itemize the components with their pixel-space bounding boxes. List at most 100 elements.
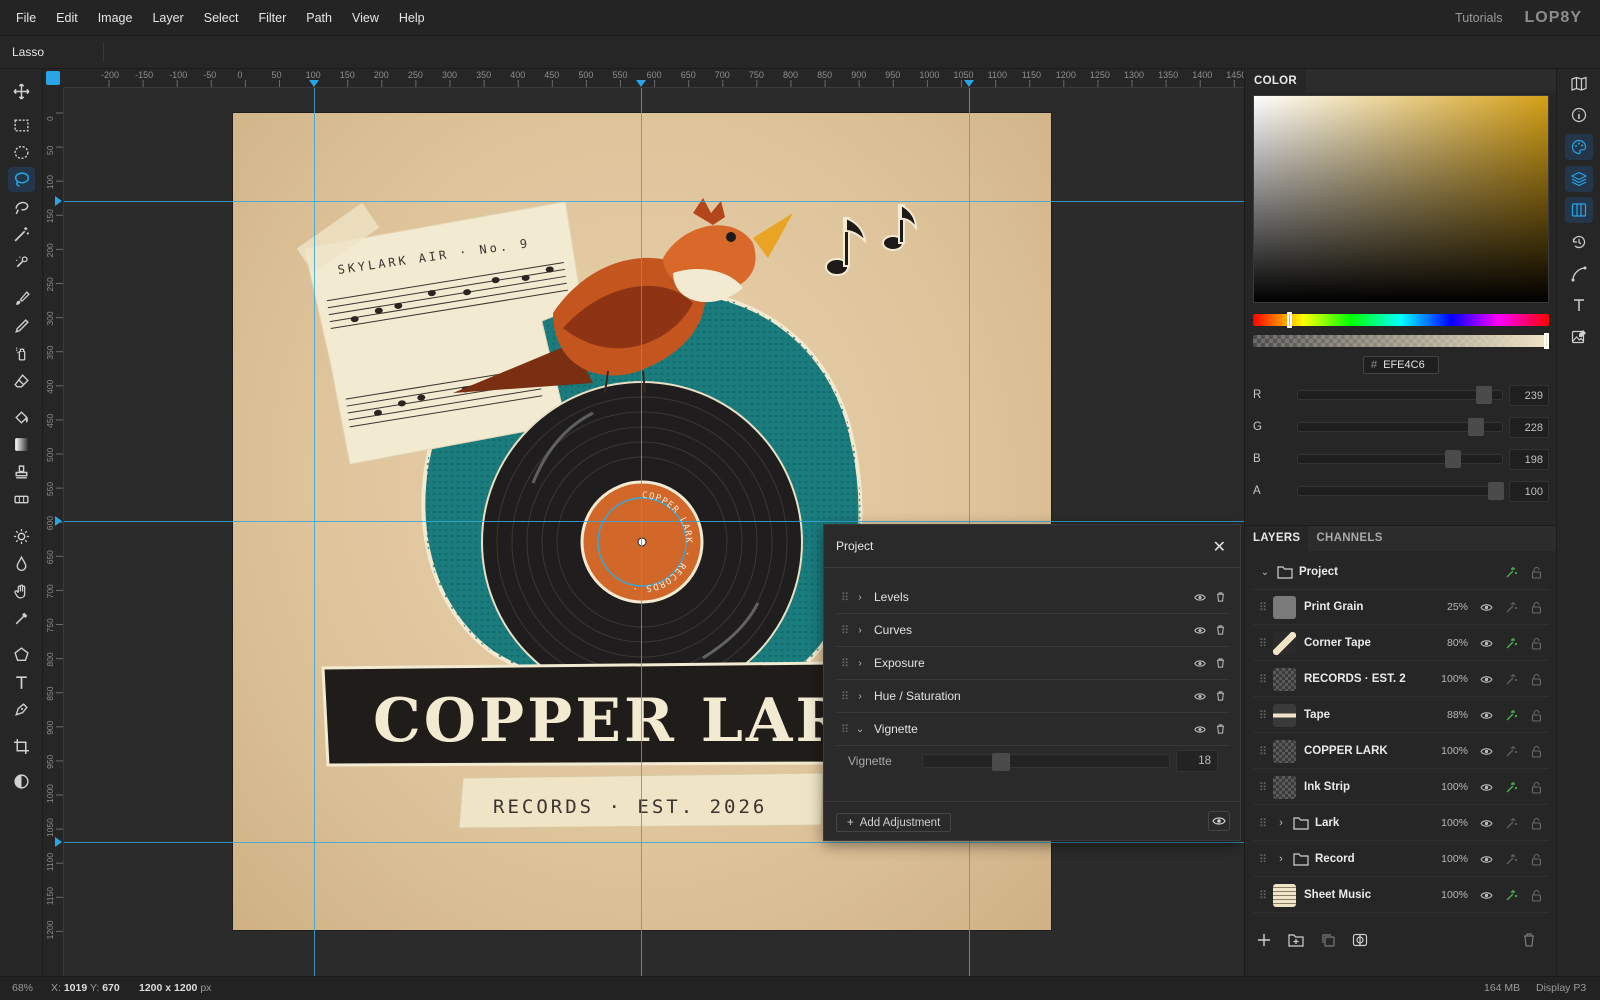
chevron-right-icon[interactable]: › (1273, 853, 1289, 865)
menu-layer[interactable]: Layer (142, 11, 193, 25)
character-panel-button[interactable] (1565, 292, 1593, 318)
eye-icon[interactable] (1190, 692, 1210, 701)
eye-icon[interactable] (1474, 819, 1499, 828)
fx-icon[interactable] (1499, 853, 1524, 866)
lock-icon[interactable] (1524, 601, 1549, 614)
close-icon[interactable]: ✕ (1213, 537, 1226, 557)
fx-icon[interactable] (1499, 673, 1524, 686)
fx-icon[interactable] (1499, 601, 1524, 614)
channel-slider[interactable] (1297, 482, 1504, 500)
fx-icon[interactable] (1499, 637, 1524, 650)
fx-icon[interactable] (1499, 817, 1524, 830)
channel-slider[interactable] (1297, 450, 1503, 468)
channel-value-input[interactable]: 239 (1509, 384, 1549, 406)
vignette-value-input[interactable]: 18 (1176, 750, 1218, 772)
guide-marker[interactable] (964, 80, 974, 87)
drag-handle-icon[interactable]: ⠿ (1253, 637, 1273, 650)
eye-icon[interactable] (1190, 659, 1210, 668)
eye-icon[interactable] (1474, 603, 1499, 612)
layer-row[interactable]: ⠿ COPPER LARK 100% (1253, 734, 1549, 769)
info-panel-button[interactable] (1565, 102, 1593, 128)
channel-slider-thumb[interactable] (1445, 450, 1461, 468)
fx-icon[interactable] (1499, 709, 1524, 722)
chevron-right-icon[interactable]: › (852, 691, 868, 702)
tab-layers[interactable]: LAYERS (1245, 526, 1309, 551)
menu-image[interactable]: Image (88, 11, 143, 25)
drag-handle-icon[interactable]: ⠿ (1253, 853, 1273, 866)
layer-row[interactable]: ⠿ Tape 88% (1253, 698, 1549, 733)
magic-wand-tool[interactable] (8, 222, 35, 247)
channel-slider-thumb[interactable] (1488, 482, 1504, 500)
layer-row[interactable]: ⠿ Print Grain 25% (1253, 590, 1549, 625)
drag-handle-icon[interactable]: ⠿ (1253, 781, 1273, 794)
burn-tool[interactable] (8, 551, 35, 576)
drag-handle-icon[interactable]: ⠿ (838, 723, 852, 736)
menu-edit[interactable]: Edit (46, 11, 88, 25)
color-panel-button[interactable] (1565, 134, 1593, 160)
eye-icon[interactable] (1474, 783, 1499, 792)
patch-tool[interactable] (8, 487, 35, 512)
adjustment-row[interactable]: ⠿ › Hue / Saturation (836, 680, 1230, 713)
guide-marker[interactable] (309, 80, 319, 87)
drag-handle-icon[interactable]: ⠿ (838, 624, 852, 637)
add-group-icon[interactable] (1288, 932, 1304, 948)
guide-marker[interactable] (55, 837, 62, 847)
layers-panel-button[interactable] (1565, 166, 1593, 192)
drag-handle-icon[interactable]: ⠿ (1253, 673, 1273, 686)
eye-icon[interactable] (1474, 639, 1499, 648)
trash-icon[interactable] (1210, 591, 1230, 603)
eye-icon[interactable] (1190, 725, 1210, 734)
magnetic-lasso-tool[interactable] (8, 195, 35, 220)
eye-icon[interactable] (1474, 711, 1499, 720)
adjustment-row[interactable]: ⠿ › Curves (836, 614, 1230, 647)
project-panel-header[interactable]: Project ✕ (824, 525, 1240, 568)
lock-icon[interactable] (1524, 637, 1549, 650)
vignette-slider[interactable] (922, 753, 1170, 771)
alpha-slider-handle[interactable] (1544, 333, 1549, 349)
chevron-right-icon[interactable]: › (1273, 817, 1289, 829)
adjustment-row[interactable]: ⠿ › Levels (836, 581, 1230, 614)
color-profile[interactable]: Display P3 (1536, 982, 1586, 994)
fx-icon[interactable] (1499, 745, 1524, 758)
history-panel-button[interactable] (1565, 229, 1593, 255)
channel-slider[interactable] (1297, 418, 1503, 436)
drag-handle-icon[interactable]: ⠿ (1253, 601, 1273, 614)
trash-icon[interactable] (1210, 690, 1230, 702)
alpha-slider[interactable] (1253, 333, 1549, 349)
hue-slider[interactable] (1253, 312, 1549, 328)
lock-icon[interactable] (1524, 673, 1549, 686)
paths-panel-button[interactable] (1565, 261, 1593, 287)
menu-path[interactable]: Path (296, 11, 342, 25)
layer-group-row[interactable]: ⌄ Project (1253, 555, 1549, 590)
drag-handle-icon[interactable]: ⠿ (1253, 745, 1273, 758)
layer-row[interactable]: ⠿ RECORDS · EST. 2 100% (1253, 662, 1549, 697)
image-panel-button[interactable] (1565, 324, 1593, 350)
channel-slider-thumb[interactable] (1468, 418, 1484, 436)
lock-icon[interactable] (1524, 745, 1549, 758)
chevron-right-icon[interactable]: › (852, 658, 868, 669)
layer-row[interactable]: ⠿ › Lark 100% (1253, 806, 1549, 841)
duplicate-layer-icon[interactable] (1320, 932, 1336, 948)
color-mode-tool[interactable] (8, 769, 35, 794)
eraser-tool[interactable] (8, 369, 35, 394)
adjustment-row[interactable]: ⠿ › Exposure (836, 647, 1230, 680)
lock-icon[interactable] (1524, 853, 1549, 866)
ellipse-select-tool[interactable] (8, 140, 35, 165)
guide-horizontal[interactable] (64, 521, 1244, 522)
drag-handle-icon[interactable]: ⠿ (1253, 817, 1273, 830)
lock-icon[interactable] (1524, 889, 1549, 902)
layer-row[interactable]: ⠿ Corner Tape 80% (1253, 626, 1549, 661)
saturation-value-field[interactable] (1253, 95, 1549, 303)
chevron-down-icon[interactable]: ⌄ (1253, 567, 1277, 578)
adjustment-row[interactable]: ⠿ ⌄ Vignette (836, 713, 1230, 746)
fx-icon[interactable] (1499, 781, 1524, 794)
channel-slider[interactable] (1297, 386, 1503, 404)
menu-filter[interactable]: Filter (248, 11, 296, 25)
trash-icon[interactable] (1210, 723, 1230, 735)
stamp-tool[interactable] (8, 460, 35, 485)
pencil-tool[interactable] (8, 314, 35, 339)
quick-select-tool[interactable] (8, 250, 35, 275)
add-adjustment-button[interactable]: + Add Adjustment (836, 813, 952, 832)
fill-tool[interactable] (8, 405, 35, 430)
mask-icon[interactable] (1352, 932, 1368, 948)
